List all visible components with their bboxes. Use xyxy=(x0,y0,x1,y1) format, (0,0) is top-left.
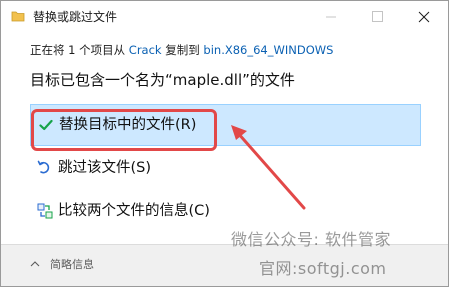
window-title: 替换或跳过文件 xyxy=(33,10,118,24)
source-folder-link[interactable]: Crack xyxy=(129,43,162,57)
compare-icon xyxy=(37,203,53,219)
copy-source-line: 正在将 1 个项目从 Crack 复制到 bin.X86_64_WINDOWS xyxy=(30,42,333,58)
source-middle: 复制到 xyxy=(165,43,200,57)
maximize-icon xyxy=(372,11,383,22)
watermark-line-1: 微信公众号: 软件管家 xyxy=(231,230,391,249)
maximize-button[interactable] xyxy=(354,1,400,33)
skip-option[interactable]: 跳过该文件(S) xyxy=(30,151,421,193)
minimize-button[interactable] xyxy=(308,1,354,33)
destination-folder-link[interactable]: bin.X86_64_WINDOWS xyxy=(203,43,333,57)
close-icon xyxy=(418,11,430,23)
title-bar: 替换或跳过文件 xyxy=(1,1,448,33)
skip-icon xyxy=(37,160,50,174)
source-prefix: 正在将 1 个项目从 xyxy=(30,43,126,57)
skip-option-label: 跳过该文件(S) xyxy=(58,160,152,176)
fewer-details-toggle[interactable]: 简略信息 xyxy=(50,258,94,272)
compare-option-label: 比较两个文件的信息(C) xyxy=(58,203,210,219)
annotation-highlight-box xyxy=(31,109,217,151)
conflict-heading: 目标已包含一个名为“maple.dll”的文件 xyxy=(30,71,295,89)
close-button[interactable] xyxy=(401,1,447,33)
chevron-up-icon[interactable] xyxy=(30,260,40,268)
folder-icon xyxy=(11,11,25,22)
watermark-line-2: 官网:softgj.com xyxy=(259,259,387,278)
minimize-icon xyxy=(326,16,336,18)
